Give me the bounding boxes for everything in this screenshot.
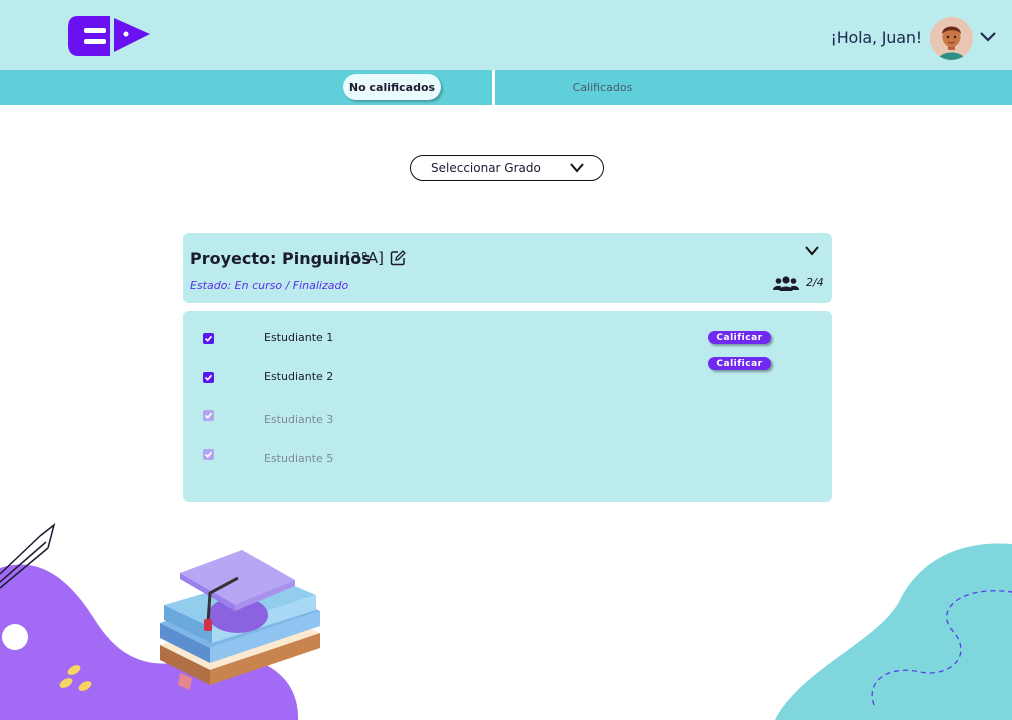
student-name: Estudiante 3 [264,413,334,426]
app-header: ¡Hola, Juan! [0,0,1012,70]
student-checkbox[interactable] [203,372,214,383]
project-title: Proyecto: Pinguinos [190,249,371,268]
tab-bar: No calificados Calificados [0,70,1012,105]
chevron-down-icon[interactable] [979,30,997,44]
chevron-down-icon [570,163,584,173]
chevron-down-icon[interactable] [804,245,820,257]
tab-divider [492,70,495,105]
teal-blob-decoration [775,543,1012,720]
list-item: Estudiante 3 [183,405,832,429]
brand-logo[interactable] [66,14,152,56]
students-list: Estudiante 1 Calificar Estudiante 2 Cali… [183,311,832,502]
student-checkbox[interactable] [203,333,214,344]
project-grade: [3°A] [345,249,385,267]
calificar-button[interactable]: Calificar [708,357,771,370]
grade-select-value: Seleccionar Grado [431,161,541,175]
tab-no-calificados[interactable]: No calificados [343,74,441,100]
grade-select[interactable]: Seleccionar Grado [410,155,604,181]
books-graduation-cap-illustration [160,550,320,690]
group-icon [773,276,799,291]
pencil-icon [0,523,56,589]
student-name: Estudiante 2 [264,370,334,383]
student-checkbox[interactable] [203,410,214,421]
submission-count: 2/4 [806,276,824,289]
user-greeting: ¡Hola, Juan! [830,28,923,47]
list-item: Estudiante 5 [183,444,832,468]
edit-icon[interactable] [390,250,406,266]
tab-calificados[interactable]: Calificados [560,74,645,100]
project-status: Estado: En curso / Finalizado [190,279,349,292]
project-card: Proyecto: Pinguinos [3°A] Estado: En cur… [183,233,832,303]
student-name: Estudiante 5 [264,452,334,465]
calificar-button[interactable]: Calificar [708,331,771,344]
avatar[interactable] [930,17,973,60]
list-item: Estudiante 2 [183,367,832,391]
student-name: Estudiante 1 [264,331,334,344]
student-checkbox[interactable] [203,449,214,460]
